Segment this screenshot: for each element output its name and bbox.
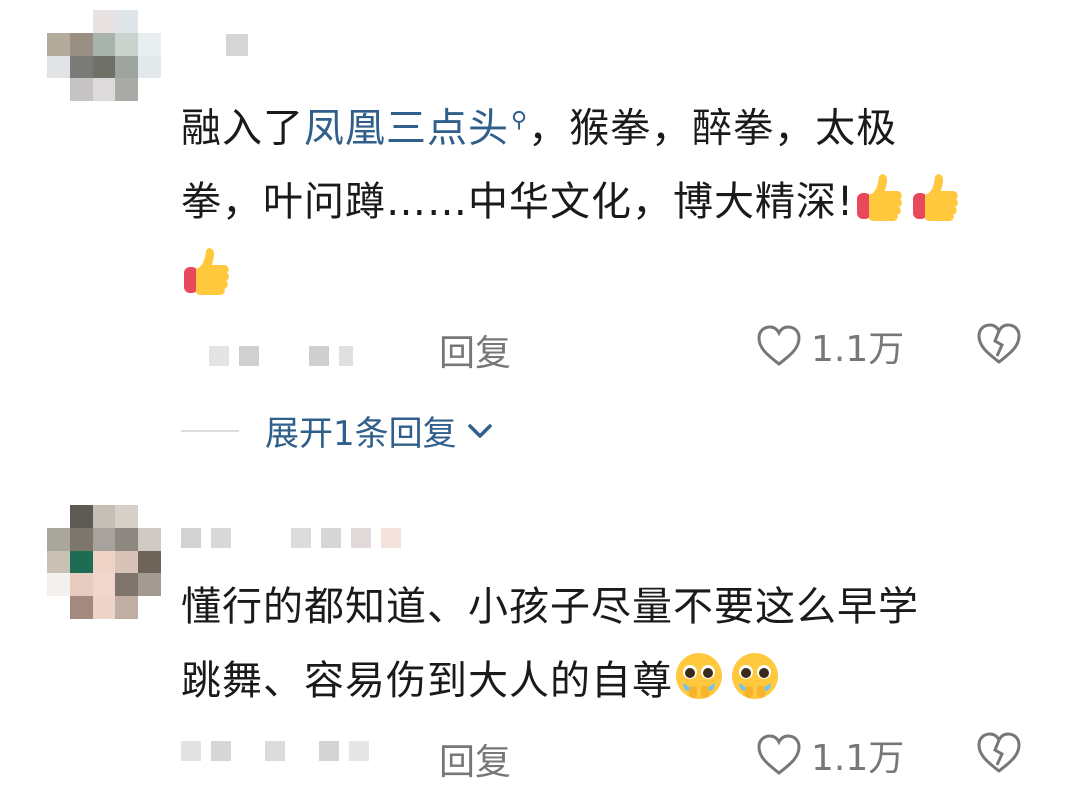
comment-text-line2: 拳，叶问蹲……中华文化，博大精深! — [181, 179, 855, 226]
username-redacted[interactable] — [226, 34, 248, 56]
broken-heart-icon[interactable] — [975, 322, 1023, 366]
search-icon[interactable]: ⚲ — [511, 108, 528, 133]
comment-text-line2: 跳舞、容易伤到大人的自尊 — [181, 658, 673, 704]
comment-text: 懂行的都知道、小孩子尽量不要这么早学 跳舞、容易伤到大人的自尊 — [181, 570, 1001, 718]
comment-text-prefix: 融入了 — [181, 105, 304, 152]
reply-button[interactable]: 回复 — [439, 733, 511, 785]
like-button[interactable]: 1.1万 — [755, 729, 904, 781]
comment-meta: 回复 1.1万 — [181, 318, 1041, 378]
avatar-mosaic — [47, 505, 161, 619]
timestamp-redacted — [181, 741, 369, 761]
avatar[interactable] — [47, 10, 161, 124]
like-button[interactable]: 1.1万 — [755, 320, 904, 372]
avatar-mosaic — [47, 10, 161, 124]
expand-replies-label: 展开1条回复 — [265, 414, 457, 454]
thumbs-up-emoji-icon — [913, 174, 958, 222]
heart-icon — [757, 325, 801, 366]
expand-replies-button[interactable]: 展开1条回复 — [181, 406, 495, 455]
search-link[interactable]: 凤凰三点头 — [304, 105, 509, 151]
thumbs-up-emoji-icon — [184, 248, 229, 296]
comment-text: 融入了凤凰三点头⚲，猴拳，醉拳，太极 拳，叶问蹲……中华文化，博大精深! — [181, 84, 1001, 313]
thumbs-up-emoji-icon — [857, 174, 902, 222]
expand-divider — [181, 429, 239, 432]
comment-meta: 回复 1.1万 — [181, 727, 1041, 787]
comment-text-line1: 懂行的都知道、小孩子尽量不要这么早学 — [181, 584, 919, 630]
like-count: 1.1万 — [811, 329, 905, 370]
username-redacted[interactable] — [181, 528, 401, 548]
chevron-down-icon — [467, 423, 492, 438]
comment-text-line1-suffix: ，猴拳，醉拳，太极 — [528, 105, 898, 152]
heart-icon — [757, 734, 801, 775]
avatar[interactable] — [47, 505, 161, 619]
pleading-face-emoji-icon — [676, 653, 722, 699]
timestamp-redacted — [209, 346, 353, 366]
reply-button[interactable]: 回复 — [439, 324, 511, 376]
broken-heart-icon[interactable] — [975, 731, 1023, 775]
pleading-face-emoji-icon — [732, 653, 778, 699]
like-count: 1.1万 — [811, 738, 905, 779]
